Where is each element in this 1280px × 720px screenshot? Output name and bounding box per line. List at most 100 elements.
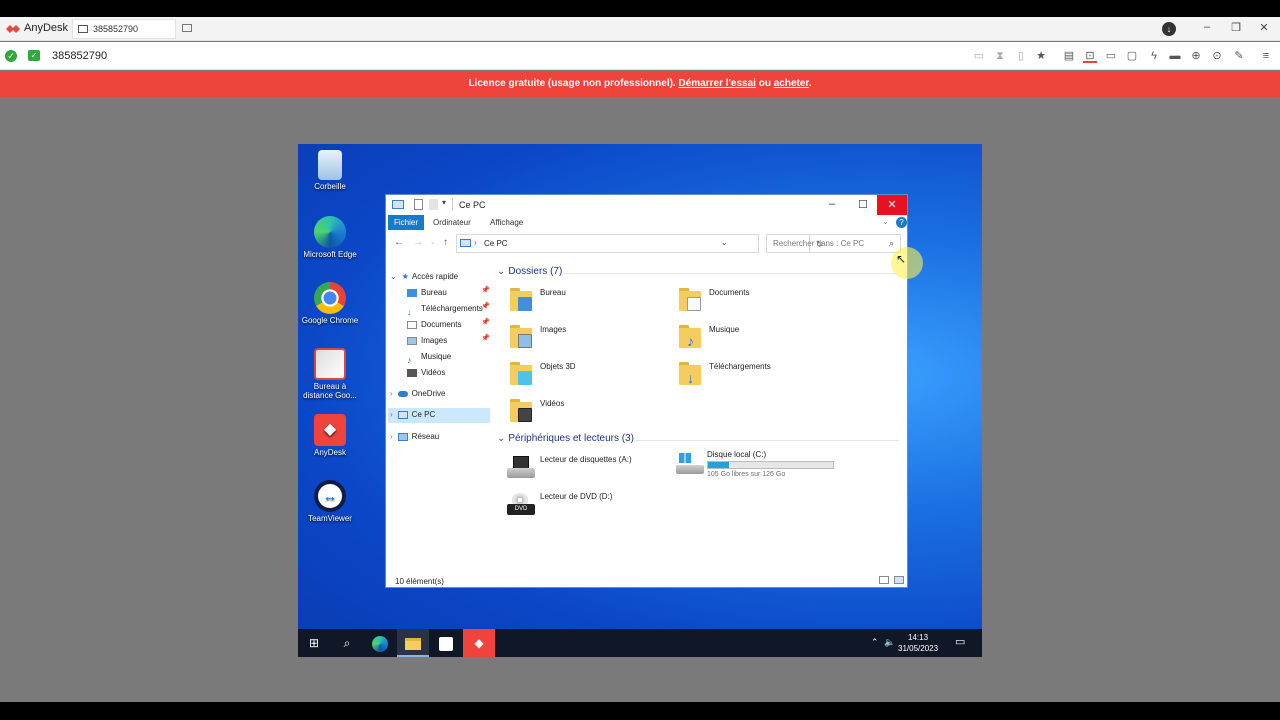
explorer-titlebar: ▾ Ce PC – ☐ ✕ xyxy=(386,195,907,215)
folders-group-header[interactable]: ⌄ Dossiers (7) xyxy=(497,266,562,277)
help-icon[interactable]: ? xyxy=(896,217,907,228)
monitor-select-icon[interactable]: ⊡ xyxy=(1083,49,1097,63)
desktop-icon-remote-desktop[interactable]: Bureau à distance Goo... xyxy=(298,348,362,400)
action-icon[interactable]: ϟ xyxy=(1147,49,1161,63)
ribbon-expand-icon[interactable]: ⌄ xyxy=(882,217,889,226)
edge-taskbar-icon[interactable] xyxy=(364,629,396,657)
search-input[interactable]: Rechercher dans : Ce PC ⌕ xyxy=(766,234,901,253)
folder-label: Musique xyxy=(709,325,740,334)
anydesk-taskbar-icon[interactable]: ◆ xyxy=(463,629,495,657)
buy-link[interactable]: acheter xyxy=(774,78,809,89)
tab-ordinateur[interactable]: Ordinateur xyxy=(427,215,477,230)
file-icon[interactable]: ▤ xyxy=(1062,49,1076,63)
drive-floppy[interactable]: Lecteur de disquettes (A:) xyxy=(507,452,669,484)
explorer-maximize-button[interactable]: ☐ xyxy=(858,198,868,211)
nav-item-telechargements[interactable]: ↓ Téléchargements xyxy=(407,302,483,317)
folder-musique[interactable]: ♪ Musique xyxy=(678,322,828,354)
chat-icon[interactable]: ▭ xyxy=(972,49,986,63)
nav-item-ce-pc[interactable]: › Ce PC xyxy=(390,408,435,422)
message-icon[interactable]: ▢ xyxy=(1125,49,1139,63)
lock-icon[interactable]: ▯ xyxy=(1014,49,1028,63)
folder-bureau[interactable]: Bureau xyxy=(509,285,659,317)
search-icon[interactable]: ⌕ xyxy=(889,238,894,249)
address-dropdown-icon[interactable]: ⌄ xyxy=(721,238,728,247)
pin-icon[interactable]: 📌 xyxy=(481,302,490,310)
close-button[interactable]: ✕ xyxy=(1257,21,1271,34)
status-bar-count: 10 élément(s) xyxy=(395,577,444,586)
drive-dvd[interactable]: DVD Lecteur de DVD (D:) xyxy=(507,489,669,521)
nav-item-musique[interactable]: ♪ Musique xyxy=(407,350,451,365)
notifications-icon[interactable]: ▭ xyxy=(955,635,965,648)
desktop-icon-recycle-bin[interactable]: Corbeille xyxy=(298,150,362,191)
folder-documents[interactable]: Documents xyxy=(678,285,828,317)
hourglass-icon[interactable]: ⧗ xyxy=(993,49,1007,63)
nav-item-videos[interactable]: Vidéos xyxy=(407,366,445,380)
details-view-icon[interactable] xyxy=(879,576,889,584)
desktop-icon-teamviewer[interactable]: ↔ TeamViewer xyxy=(298,480,362,523)
draw-icon[interactable]: ✎ xyxy=(1232,49,1246,63)
recent-dropdown-icon[interactable]: ⌄ xyxy=(430,238,436,246)
back-arrow-icon[interactable]: ← xyxy=(394,237,404,248)
properties-icon[interactable] xyxy=(414,199,423,210)
show-hidden-icons-icon[interactable]: ⌃ xyxy=(871,637,879,648)
pin-icon[interactable]: 📌 xyxy=(481,286,490,294)
tab-fichier[interactable]: Fichier xyxy=(388,215,425,230)
pin-icon[interactable]: 📌 xyxy=(481,318,490,326)
explorer-minimize-button[interactable]: – xyxy=(829,198,835,210)
menu-icon[interactable]: ≡ xyxy=(1259,49,1273,63)
taskbar: ⊞ ⌕ ◆ ⌃ 🔈 14:13 31/05/2023 ▭ xyxy=(298,629,982,657)
title-divider xyxy=(452,198,453,211)
session-tab[interactable]: 385852790 xyxy=(72,19,176,39)
explorer-close-button[interactable]: ✕ xyxy=(877,195,907,215)
record-icon[interactable]: ⊙ xyxy=(1210,49,1224,63)
clock[interactable]: 14:13 31/05/2023 xyxy=(898,632,938,654)
window-title: Ce PC xyxy=(459,200,486,210)
nav-item-acces-rapide[interactable]: ⌄ ★ Accès rapide xyxy=(390,270,458,284)
devices-group-header[interactable]: ⌄ Périphériques et lecteurs (3) xyxy=(497,433,634,444)
desktop-icon-edge[interactable]: Microsoft Edge xyxy=(298,216,362,259)
drive-local-c[interactable]: Disque local (C:) 105 Go libres sur 126 … xyxy=(676,447,846,483)
desktop-icon-chrome[interactable]: Google Chrome xyxy=(298,282,362,325)
address-bar[interactable]: › Ce PC ⌄ ↻ xyxy=(456,234,823,254)
nav-item-bureau[interactable]: Bureau xyxy=(407,286,447,300)
minimize-button[interactable]: – xyxy=(1200,21,1214,33)
store-taskbar-icon[interactable] xyxy=(430,629,462,657)
folder-images[interactable]: Images xyxy=(509,322,659,354)
expand-chevron-icon: › xyxy=(390,410,393,419)
display-icon[interactable]: ▭ xyxy=(1104,49,1118,63)
nav-item-images[interactable]: Images xyxy=(407,334,447,348)
volume-muted-icon[interactable]: 🔈 xyxy=(884,637,895,648)
up-arrow-icon[interactable]: ↑ xyxy=(443,237,448,248)
folder-objets-3d[interactable]: Objets 3D xyxy=(509,359,659,391)
new-folder-icon[interactable] xyxy=(429,199,438,210)
group-title: Périphériques et lecteurs (3) xyxy=(508,433,635,444)
desktop-icon-label: Corbeille xyxy=(314,182,346,191)
expand-chevron-icon: › xyxy=(390,432,393,441)
restore-button[interactable]: ❐ xyxy=(1229,21,1243,34)
nav-item-documents[interactable]: Documents xyxy=(407,318,461,332)
nav-item-onedrive[interactable]: › OneDrive xyxy=(390,387,445,401)
download-icon[interactable]: ↓ xyxy=(1162,22,1176,36)
file-explorer-taskbar-icon[interactable] xyxy=(397,629,429,657)
folder-telechargements[interactable]: ↓ Téléchargements xyxy=(678,359,828,391)
remote-desktop[interactable]: Corbeille Microsoft Edge Google Chrome B… xyxy=(298,144,982,657)
banner-end: . xyxy=(808,78,812,89)
folder-videos[interactable]: Vidéos xyxy=(509,396,659,428)
keyboard-icon[interactable]: ▬ xyxy=(1168,49,1182,63)
pin-icon[interactable]: 📌 xyxy=(481,334,490,342)
search-taskbar-icon[interactable]: ⌕ xyxy=(331,629,363,657)
pc-icon xyxy=(392,200,404,209)
star-icon[interactable]: ★ xyxy=(1034,49,1048,63)
desktop-icon-anydesk[interactable]: ◆ AnyDesk xyxy=(298,414,362,457)
quick-access-dropdown-icon[interactable]: ▾ xyxy=(442,198,446,207)
permissions-icon[interactable]: ⊕ xyxy=(1189,49,1203,63)
group-divider xyxy=(636,440,899,441)
tab-affichage[interactable]: Affichage xyxy=(484,215,529,230)
nav-item-reseau[interactable]: › Réseau xyxy=(390,430,439,444)
new-tab-icon[interactable] xyxy=(182,24,192,32)
start-trial-link[interactable]: Démarrer l'essai xyxy=(679,78,756,89)
tiles-view-icon[interactable] xyxy=(894,576,904,584)
start-button[interactable]: ⊞ xyxy=(298,629,330,657)
chrome-icon xyxy=(314,282,346,314)
forward-arrow-icon[interactable]: → xyxy=(413,237,423,248)
